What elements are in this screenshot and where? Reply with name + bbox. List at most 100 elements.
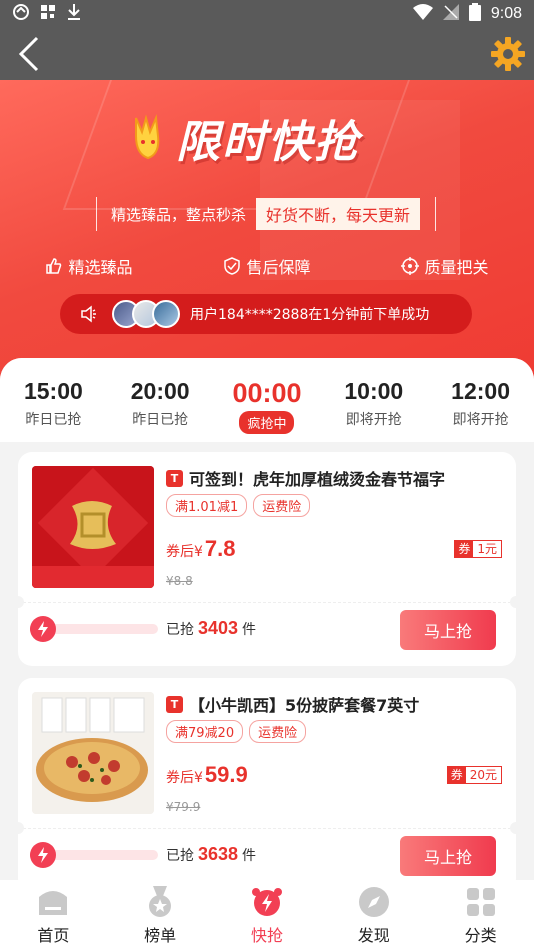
nav-item-ranking[interactable]: 榜单 <box>120 885 200 946</box>
nav-item-discover[interactable]: 发现 <box>334 886 414 946</box>
thumbs-up-icon <box>46 258 62 274</box>
medal-icon <box>144 885 176 918</box>
product-title[interactable]: T 可签到！虎年加厚植绒烫金春节福字 <box>166 466 506 490</box>
status-bar: 9:08 <box>0 0 534 28</box>
sold-count: 已抢 3638 件 <box>166 844 256 865</box>
shield-check-icon <box>224 257 241 275</box>
slot-label: 即将开抢 <box>452 412 509 428</box>
slogan-left: 精选臻品，整点秒杀 <box>111 205 247 224</box>
tmall-icon: T <box>166 469 183 487</box>
feature-label: 售后保障 <box>246 258 311 277</box>
battery-icon <box>468 3 481 25</box>
slot-time: 00:00 <box>232 378 302 408</box>
card-divider <box>18 828 516 829</box>
ticker-message: 用户184****2888在1分钟前下单成功 <box>190 307 430 323</box>
avatar <box>152 300 180 328</box>
feature-item: 精选臻品 <box>45 254 133 278</box>
time-slot[interactable]: 10:00 即将开抢 <box>329 378 419 442</box>
main-content: 15:00 昨日已抢 20:00 昨日已抢 00:00 疯抢中 10:00 即将… <box>0 358 534 880</box>
download-icon <box>66 3 82 25</box>
slot-label: 即将开抢 <box>345 412 402 428</box>
buy-now-button[interactable]: 马上抢 <box>400 610 496 650</box>
product-card[interactable]: T 【小牛凯西】5份披萨套餐7英寸 满79减20 运费险 券后¥ 59.9 券 … <box>12 678 522 880</box>
price: 券后¥ 59.9 <box>166 762 248 788</box>
coupon-icon: 券 <box>447 767 466 783</box>
slot-time: 20:00 <box>130 378 190 404</box>
product-tags: 满1.01减1 运费险 <box>166 494 311 517</box>
original-price: ¥79.9 <box>166 800 201 814</box>
price-label: 券后¥ <box>166 544 203 560</box>
card-notch <box>12 596 24 608</box>
feature-label: 精选臻品 <box>68 258 133 277</box>
clock: 9:08 <box>490 5 522 22</box>
product-image[interactable] <box>32 692 154 814</box>
nav-item-category[interactable]: 分类 <box>441 886 521 946</box>
feature-item: 质量把关 <box>401 254 489 278</box>
price-label: 券后¥ <box>166 770 203 786</box>
banner-slogan: 精选臻品，整点秒杀 好货不断，每天更新 <box>96 197 436 231</box>
compass-icon <box>358 886 390 918</box>
settings-button[interactable] <box>488 34 528 74</box>
coupon-value: 1元 <box>477 542 497 556</box>
coupon-badge: 券 20元 <box>446 766 502 784</box>
product-title-text: 可签到！虎年加厚植绒烫金春节福字 <box>189 470 446 489</box>
price: 券后¥ 7.8 <box>166 536 236 562</box>
slot-label: 昨日已抢 <box>25 412 82 428</box>
banner-title: 限时快抢 <box>130 108 360 168</box>
tmall-icon: T <box>166 695 183 713</box>
time-slot[interactable]: 20:00 昨日已抢 <box>115 378 205 442</box>
time-slot-bar: 15:00 昨日已抢 20:00 昨日已抢 00:00 疯抢中 10:00 即将… <box>0 358 534 442</box>
sold-unit: 件 <box>242 622 257 638</box>
gear-icon <box>491 37 525 71</box>
speaker-icon <box>81 305 96 323</box>
card-notch <box>12 822 24 834</box>
sold-label: 已抢 <box>166 622 194 638</box>
price-value: 7.8 <box>204 536 236 561</box>
time-slot[interactable]: 12:00 即将开抢 <box>436 378 526 442</box>
title-bar <box>0 28 534 80</box>
product-card[interactable]: T 可签到！虎年加厚植绒烫金春节福字 满1.01减1 运费险 券后¥ 7.8 券… <box>12 452 522 666</box>
slot-time: 15:00 <box>23 378 83 404</box>
grid-icon <box>465 886 497 918</box>
card-notch <box>510 596 522 608</box>
time-slot[interactable]: 15:00 昨日已抢 <box>8 378 98 442</box>
order-ticker: 用户184****2888在1分钟前下单成功 <box>60 294 472 334</box>
coupon-value: 20元 <box>469 768 497 782</box>
feature-item: 售后保障 <box>223 254 311 278</box>
coupon-badge: 券 1元 <box>454 540 502 558</box>
discount-tag: 满79减20 <box>166 720 244 743</box>
back-arrow-icon <box>18 36 39 72</box>
nav-item-home[interactable]: 首页 <box>13 886 93 946</box>
coupon-icon: 券 <box>455 541 474 557</box>
banner-title-text: 限时快抢 <box>176 117 360 168</box>
sold-count: 已抢 3403 件 <box>166 618 256 639</box>
product-image[interactable] <box>32 466 154 588</box>
sync-icon <box>12 3 30 25</box>
slot-label: 昨日已抢 <box>132 412 189 428</box>
wifi-icon <box>412 4 433 24</box>
bunny-logo-icon <box>135 114 160 160</box>
product-tags: 满79减20 运费险 <box>166 720 307 743</box>
card-notch <box>510 822 522 834</box>
nav-label: 发现 <box>357 925 390 945</box>
slot-time: 12:00 <box>451 378 510 404</box>
alarm-bolt-icon <box>251 886 283 918</box>
qr-icon <box>40 4 56 24</box>
nav-item-flash-sale[interactable]: 快抢 <box>227 886 307 946</box>
home-icon <box>37 886 69 918</box>
feature-label: 质量把关 <box>424 258 489 277</box>
back-button[interactable] <box>8 34 48 74</box>
time-slot-active[interactable]: 00:00 疯抢中 <box>222 378 312 442</box>
product-title[interactable]: T 【小牛凯西】5份披萨套餐7英寸 <box>166 692 506 716</box>
no-signal-icon <box>442 4 459 24</box>
nav-label: 榜单 <box>144 925 177 945</box>
sold-number: 3403 <box>198 618 239 638</box>
card-divider <box>18 602 516 603</box>
nav-label: 快抢 <box>250 925 283 945</box>
slot-time: 10:00 <box>344 378 404 404</box>
avatar-group <box>112 300 180 328</box>
target-icon <box>401 257 420 275</box>
discount-tag: 满1.01减1 <box>166 494 248 517</box>
buy-now-button[interactable]: 马上抢 <box>400 836 496 876</box>
insurance-tag: 运费险 <box>249 720 307 743</box>
